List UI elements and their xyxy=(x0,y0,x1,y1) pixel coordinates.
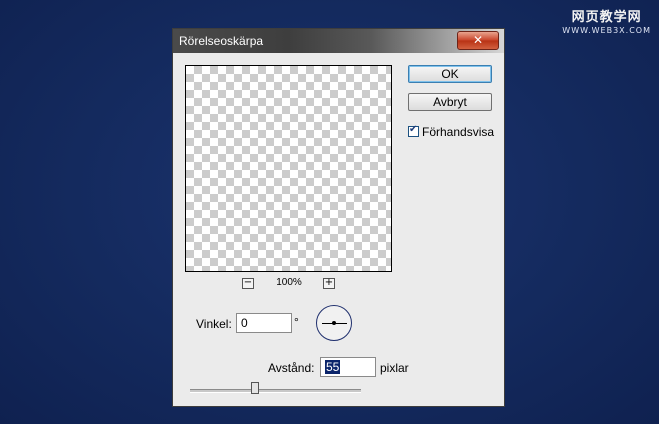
distance-label: Avstånd: xyxy=(268,361,315,375)
checkmark-icon: ✔ xyxy=(409,124,418,135)
angle-input[interactable]: 0 xyxy=(236,313,292,333)
ok-button[interactable]: OK xyxy=(408,65,492,83)
dial-center-dot xyxy=(332,321,336,325)
cancel-button[interactable]: Avbryt xyxy=(408,93,492,111)
angle-label: Vinkel: xyxy=(196,317,232,331)
angle-dial[interactable] xyxy=(316,305,352,341)
zoom-in-button[interactable]: + xyxy=(323,278,335,289)
zoom-level: 100% xyxy=(276,277,302,288)
distance-input[interactable]: 55 xyxy=(320,357,376,377)
distance-value: 55 xyxy=(325,360,341,374)
distance-slider-thumb[interactable] xyxy=(251,382,259,394)
minus-icon: − xyxy=(243,277,253,288)
preview-checkbox[interactable]: ✔ xyxy=(408,124,419,137)
preview-area[interactable] xyxy=(185,65,392,272)
zoom-out-button[interactable]: − xyxy=(242,278,254,289)
close-button[interactable]: ✕ xyxy=(457,31,499,50)
dialog-titlebar[interactable]: Rörelseoskärpa ✕ xyxy=(173,29,504,53)
distance-unit: pixlar xyxy=(380,361,409,375)
preview-checkbox-row[interactable]: ✔ Förhandsvisa xyxy=(408,124,495,139)
watermark-logo: 网页教学网 WWW.WEB3X.COM xyxy=(562,6,651,35)
degree-unit: ° xyxy=(294,315,299,329)
plus-icon: + xyxy=(324,277,334,288)
watermark-bottom-text: WWW.WEB3X.COM xyxy=(562,26,651,35)
motion-blur-dialog: Rörelseoskärpa ✕ − 100% + OK Avbryt ✔ Fö… xyxy=(172,28,505,407)
watermark-top-text: 网页教学网 xyxy=(571,10,642,25)
dialog-title: Rörelseoskärpa xyxy=(179,34,264,48)
distance-slider-track[interactable] xyxy=(190,389,361,393)
angle-value: 0 xyxy=(241,316,248,330)
preview-checkbox-label: Förhandsvisa xyxy=(422,125,495,139)
close-icon: ✕ xyxy=(472,33,484,47)
